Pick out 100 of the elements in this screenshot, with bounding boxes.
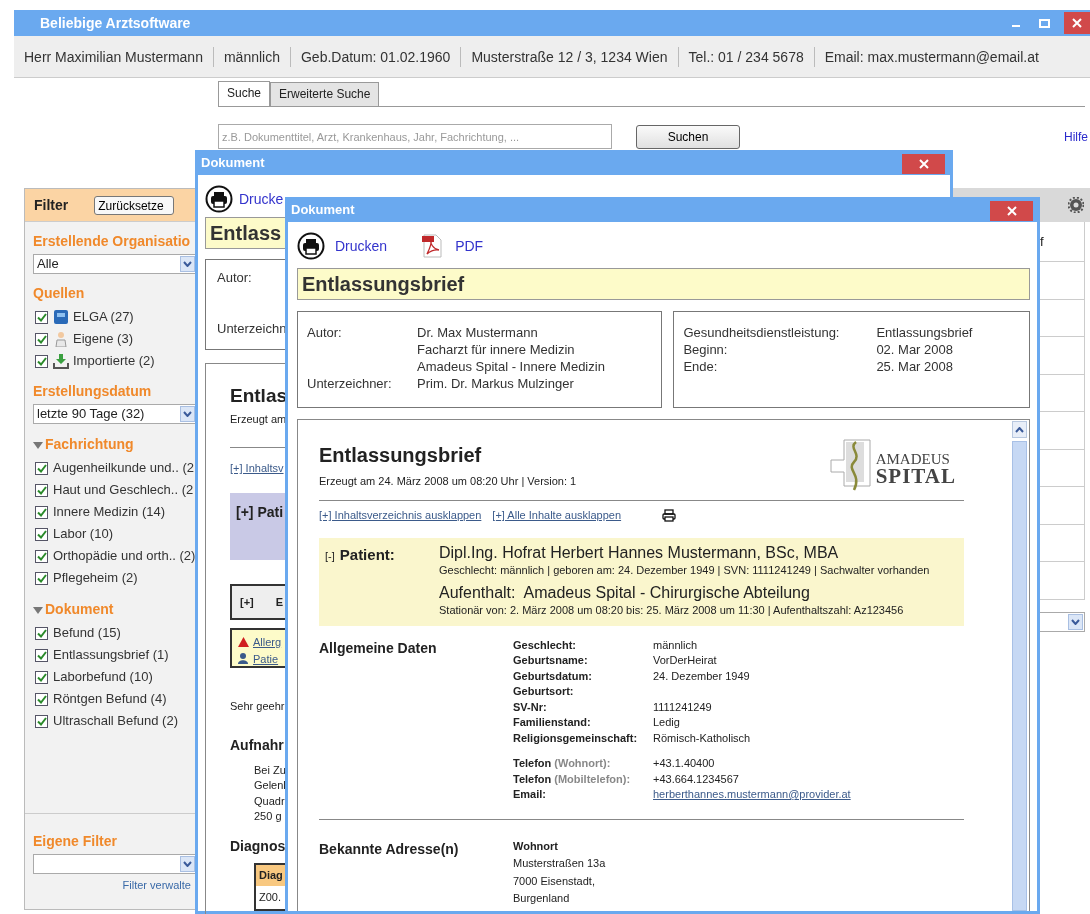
scroll-thumb[interactable]	[1012, 441, 1027, 911]
checkbox[interactable]	[35, 571, 48, 585]
filter-label: Innere Medizin (14)	[53, 503, 165, 522]
field-value: Ledig	[653, 715, 680, 730]
field-label: Email:	[513, 788, 546, 800]
created-text: Erzeugt am	[230, 411, 285, 427]
section-heading: Aufnahr	[230, 735, 285, 755]
checkbox[interactable]	[35, 692, 48, 706]
patient-info-text: Geb.Datum: 01.02.1960	[289, 46, 461, 67]
checkbox[interactable]	[35, 461, 48, 475]
metadata-value: 02. Mar 2008	[876, 341, 954, 358]
field-label: Geschlecht:	[513, 638, 576, 651]
email-link[interactable]: herberthannes.mustermann@provider.at	[653, 787, 851, 803]
caret-icon	[183, 411, 192, 417]
expand-link[interactable]: [+] Inhaltsverzeichnis ausklappen	[319, 507, 482, 524]
metadata-value: Facharzt für innere Medizin	[417, 341, 576, 358]
search-tab[interactable]: Erweiterte Suche	[270, 82, 380, 106]
toggle-text[interactable]: [+]	[240, 593, 254, 611]
patient-label: Patient:	[339, 544, 395, 565]
stay-text: Amadeus Spital - Chirurgische Abteilung	[523, 584, 810, 602]
filter-label: Pflegeheim (2)	[53, 569, 138, 588]
section-heading: Erstellende Organisatio	[33, 232, 192, 251]
reset-button[interactable]: Zurücksetze	[94, 195, 175, 215]
select-value: Alle	[37, 255, 59, 274]
section-heading: Quellen	[33, 284, 86, 303]
field-label: Geburtsdatum:	[513, 669, 592, 682]
close-button[interactable]	[1064, 12, 1090, 34]
check-icon	[36, 694, 47, 704]
field-value: Römisch-Katholisch	[653, 730, 751, 746]
help-link[interactable]: Hilfe	[1064, 127, 1088, 146]
pdf-link[interactable]: PDF	[455, 235, 484, 257]
caret-icon	[1015, 426, 1024, 433]
pdf-icon[interactable]	[421, 234, 444, 258]
checkbox[interactable]	[35, 626, 48, 640]
toggle-text[interactable]: [-]	[325, 547, 335, 564]
field-label: Telefon	[513, 772, 552, 785]
window-title: Dokument	[291, 200, 355, 219]
address-type: Wohnort	[513, 838, 559, 854]
toc-link[interactable]: [+] Inhaltsv	[230, 462, 284, 474]
metadata-label: Unterzeichn	[217, 320, 285, 337]
close-button[interactable]	[902, 153, 945, 174]
check-icon	[36, 672, 47, 682]
print-icon[interactable]	[662, 508, 677, 522]
metadata-label: Unterzeichner:	[307, 375, 393, 392]
field-label: SV-Nr:	[513, 700, 547, 713]
select-field[interactable]: letzte 90 Tage (32)	[33, 404, 197, 424]
select-field[interactable]	[1039, 612, 1085, 632]
field-value: 24. Dezember 1949	[653, 668, 750, 684]
field-label: (Mobiltelefon):	[554, 772, 631, 785]
close-button[interactable]	[990, 200, 1033, 221]
checkbox[interactable]	[35, 527, 48, 541]
scroll-up-button[interactable]	[1012, 421, 1027, 438]
check-icon	[36, 485, 47, 495]
section-heading: Diagnos	[230, 836, 285, 856]
checkbox[interactable]	[35, 670, 48, 684]
column-header: f	[1040, 232, 1044, 251]
field-value: +43.664.1234567	[653, 771, 739, 787]
triangle-icon[interactable]	[33, 439, 43, 450]
expand-link[interactable]: [+] Alle Inhalte ausklappen	[492, 507, 622, 524]
manage-filters-link[interactable]: Filter verwalte	[122, 879, 191, 891]
checkbox[interactable]	[35, 354, 48, 368]
print-link[interactable]: Drucken	[335, 235, 388, 257]
check-icon	[36, 312, 47, 322]
table-header: Diag	[256, 864, 285, 886]
check-icon	[36, 650, 47, 660]
checkbox[interactable]	[35, 648, 48, 662]
print-link[interactable]: Drucke	[239, 188, 284, 210]
document-heading: Entlassungsbrief	[319, 443, 483, 468]
alert-link[interactable]: Patie	[253, 650, 279, 667]
address-text: 7000 Eisenstadt,	[513, 874, 595, 887]
check-icon	[36, 716, 47, 726]
checkbox[interactable]	[35, 310, 48, 324]
search-button[interactable]: Suchen	[636, 124, 740, 149]
checkbox[interactable]	[35, 714, 48, 728]
filter-label: ELGA (27)	[73, 308, 134, 327]
checkbox[interactable]	[35, 332, 48, 346]
alert-link[interactable]: Allerg	[253, 634, 282, 651]
filter-label: Röntgen Befund (4)	[53, 690, 167, 709]
print-icon[interactable]	[205, 185, 233, 213]
settings-icon[interactable]	[1068, 197, 1084, 213]
print-icon[interactable]	[297, 232, 325, 260]
metadata-value: Amadeus Spital - Innere Medizin	[417, 358, 606, 375]
scrollbar[interactable]	[1010, 420, 1029, 911]
caret-icon	[1071, 619, 1080, 625]
checkbox[interactable]	[35, 549, 48, 563]
triangle-icon[interactable]	[33, 604, 43, 615]
select-field[interactable]	[33, 854, 197, 874]
filter-label: Importierte (2)	[73, 352, 155, 371]
body-text: Bei Zu	[254, 763, 285, 776]
metadata-label: Autor:	[307, 324, 343, 341]
check-icon	[36, 334, 47, 344]
search-tab[interactable]: Suche	[218, 81, 271, 106]
address-text: Burgenland	[513, 892, 570, 904]
download-icon	[53, 353, 69, 369]
checkbox[interactable]	[35, 505, 48, 519]
select-field[interactable]: Alle	[33, 254, 197, 274]
search-field[interactable]: z.B. Dokumenttitel, Arzt, Krankenhaus, Jahr, Fachrichtung, ...	[218, 124, 612, 149]
metadata-label: Autor:	[217, 269, 253, 286]
check-icon	[36, 628, 47, 638]
checkbox[interactable]	[35, 483, 48, 497]
